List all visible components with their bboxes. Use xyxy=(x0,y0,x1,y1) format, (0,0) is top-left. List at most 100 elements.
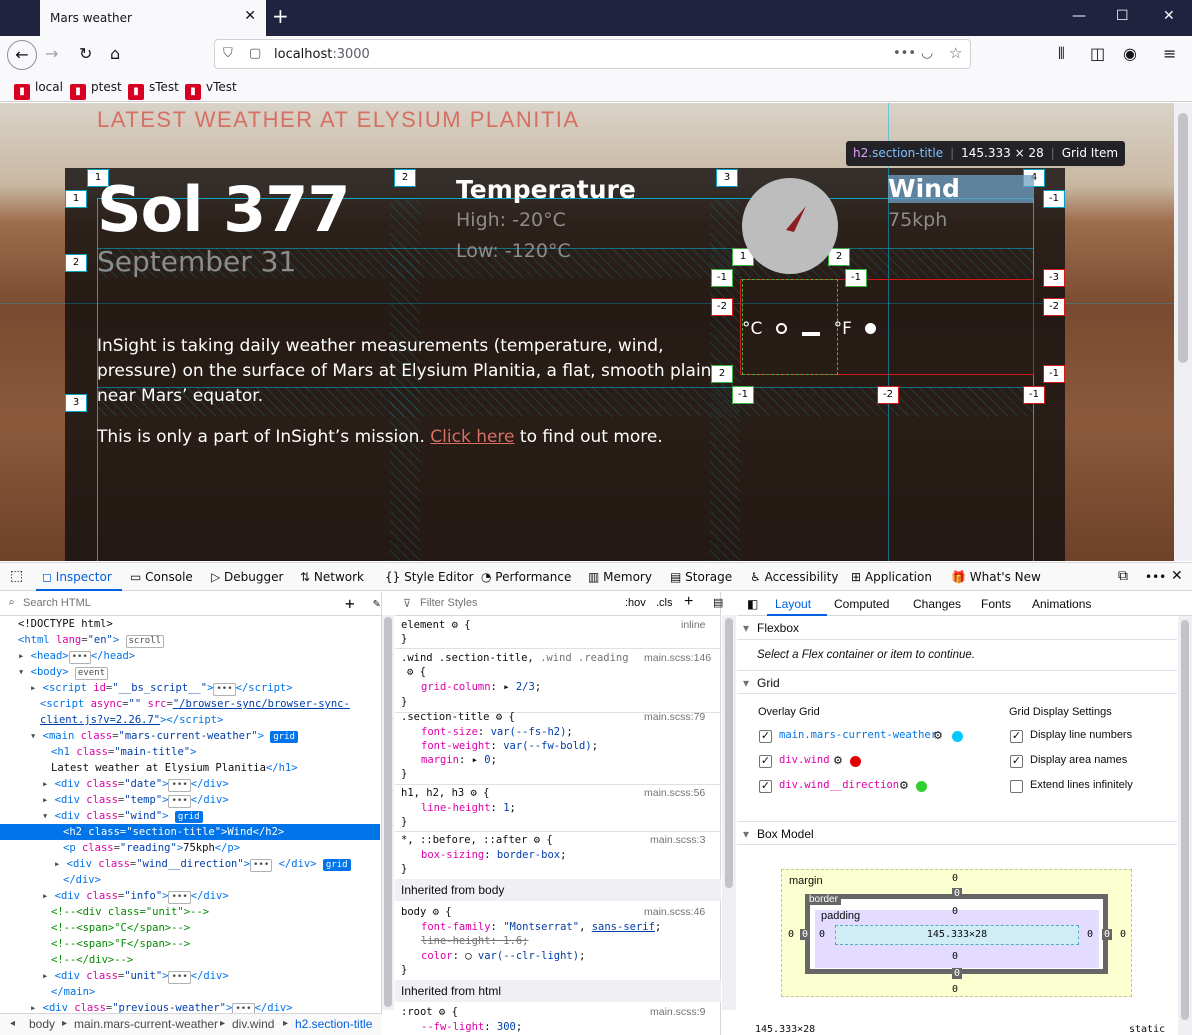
rules-scrollbar[interactable] xyxy=(722,615,736,1010)
markup-line[interactable]: <!DOCTYPE html> xyxy=(18,616,113,632)
breadcrumb-item-selected[interactable]: h2.section-title xyxy=(295,1017,372,1031)
markup-line-selected[interactable]: <h2 class="section-title">Wind</h2> xyxy=(0,824,380,840)
breadcrumb-item[interactable]: main.mars-current-weather xyxy=(74,1017,218,1031)
padding-left-value[interactable]: 0 xyxy=(819,929,825,940)
tab-application[interactable]: ⊞ Application xyxy=(851,570,932,584)
border-right-value[interactable]: 0 xyxy=(1102,929,1113,940)
rule-declaration[interactable]: grid-column: ▸ 2/3; xyxy=(421,680,541,695)
cls-button[interactable]: .cls xyxy=(656,597,673,609)
forward-button[interactable]: → xyxy=(45,44,58,63)
page-actions-icon[interactable]: ••• xyxy=(893,46,916,61)
rule-declaration[interactable]: --fw-light: 300; xyxy=(421,1020,522,1035)
tab-mars-weather[interactable]: Mars weather ✕ xyxy=(40,0,266,36)
breadcrumb-item[interactable]: body xyxy=(29,1017,55,1031)
tab-animations[interactable]: Animations xyxy=(1032,597,1091,611)
display-line-numbers-checkbox[interactable]: ✓ xyxy=(1010,730,1023,743)
tab-performance[interactable]: ◔ Performance xyxy=(481,570,571,584)
devtools-menu-icon[interactable]: ••• xyxy=(1145,570,1166,584)
markup-line[interactable]: <!--<span>°C</span>--> xyxy=(51,920,190,936)
eyedropper-icon[interactable]: ✎ xyxy=(373,596,380,610)
print-media-icon[interactable]: ▤ xyxy=(713,596,723,609)
unit-toggle-track[interactable] xyxy=(802,332,821,336)
rule-declaration[interactable]: color: ◯ var(--clr-light); xyxy=(421,949,585,964)
grid-checkbox[interactable]: ✓ xyxy=(759,755,772,768)
tab-network[interactable]: ⇅ Network xyxy=(300,570,364,584)
markup-line[interactable]: <html lang="en"> scroll xyxy=(18,632,165,648)
menu-icon[interactable]: ≡ xyxy=(1163,44,1176,63)
markup-line[interactable]: ▾ <div class="wind"> grid xyxy=(42,808,203,824)
click-here-link[interactable]: Click here xyxy=(430,427,514,447)
add-node-icon[interactable]: + xyxy=(345,594,355,613)
unit-radio-f[interactable] xyxy=(865,323,877,334)
highlight-grid-icon[interactable]: ⚙ xyxy=(899,779,909,792)
border-bottom-value[interactable]: 0 xyxy=(952,968,963,979)
bookmark-ptest[interactable]: ▮ ptest xyxy=(70,80,122,100)
markup-line[interactable]: <!--</div>--> xyxy=(51,952,133,968)
grid-section-header[interactable]: Grid xyxy=(737,670,1177,695)
tab-console[interactable]: ▭ Console xyxy=(130,570,193,584)
html-search[interactable]: ⌕ Search HTML + ✎ xyxy=(0,592,382,616)
grid-color-swatch[interactable] xyxy=(916,781,927,792)
pocket-icon[interactable]: ◡ xyxy=(921,45,933,61)
rule-source[interactable]: main.scss:79 xyxy=(644,710,705,725)
padding-right-value[interactable]: 0 xyxy=(1087,929,1093,940)
maximize-icon[interactable]: ☐ xyxy=(1116,8,1129,24)
rule-source[interactable]: main.scss:46 xyxy=(644,905,705,920)
library-icon[interactable]: ⫴ xyxy=(1058,44,1065,64)
box-model-content[interactable]: 145.333×28 xyxy=(835,925,1079,945)
margin-left-value[interactable]: 0 xyxy=(788,929,794,940)
search-html-input[interactable]: Search HTML xyxy=(23,597,91,609)
add-rule-icon[interactable]: + xyxy=(684,593,693,611)
unit-toggle[interactable]: °C °F xyxy=(742,319,877,339)
reload-button[interactable]: ↻ xyxy=(79,44,92,63)
highlight-grid-icon[interactable]: ⚙ xyxy=(833,754,843,767)
hov-button[interactable]: :hov xyxy=(625,597,646,609)
tab-changes[interactable]: Changes xyxy=(913,597,961,611)
rule-declaration-overridden[interactable]: line-height: 1.6; xyxy=(421,934,528,949)
rule-source[interactable]: main.scss:3 xyxy=(650,833,705,848)
rule-source[interactable]: main.scss:9 xyxy=(650,1005,705,1020)
toggle-sidebar-icon[interactable]: ◧ xyxy=(747,597,758,611)
tab-whats-new[interactable]: 🎁 What's New xyxy=(951,570,1041,584)
tab-debugger[interactable]: ▷ Debugger xyxy=(211,570,283,584)
markup-line[interactable]: <!--<span>°F</span>--> xyxy=(51,936,190,952)
markup-line[interactable]: ▸ <div class="temp"> ••• </div> xyxy=(42,792,229,808)
markup-line[interactable]: ▸ <div class="unit"> ••• </div> xyxy=(42,968,229,984)
markup-line[interactable]: ▸ <div class="date"> ••• </div> xyxy=(42,776,229,792)
unit-radio-c[interactable] xyxy=(775,323,787,334)
markup-line[interactable]: </div> xyxy=(63,872,101,888)
rule-declaration[interactable]: box-sizing: border-box; xyxy=(421,848,566,863)
margin-right-value[interactable]: 0 xyxy=(1120,929,1126,940)
display-area-names-checkbox[interactable]: ✓ xyxy=(1010,755,1023,768)
markup-line[interactable]: <!--<div class="unit">--> xyxy=(51,904,209,920)
markup-line[interactable]: Latest weather at Elysium Planitia</h1> xyxy=(51,760,298,776)
markup-scrollbar[interactable] xyxy=(382,615,394,1010)
markup-line[interactable]: <p class="reading">75kph</p> xyxy=(63,840,240,856)
rule-declaration[interactable]: font-weight: var(--fw-bold); xyxy=(421,739,598,754)
minimize-icon[interactable]: — xyxy=(1072,8,1086,24)
markup-line[interactable]: ▾ <body> event xyxy=(18,664,109,680)
page-icon[interactable]: ▢ xyxy=(249,46,261,61)
tab-layout[interactable]: Layout xyxy=(775,597,811,611)
element-picker-icon[interactable]: ⬚ xyxy=(10,568,23,584)
padding-top-value[interactable]: 0 xyxy=(952,906,958,917)
dock-icon[interactable]: ⧉ xyxy=(1118,568,1128,584)
url-text[interactable]: localhost:3000 xyxy=(274,47,370,62)
rule-source[interactable]: inline xyxy=(681,618,706,633)
flexbox-section-header[interactable]: Flexbox xyxy=(737,616,1177,640)
bookmark-stest[interactable]: ▮ sTest xyxy=(128,80,179,100)
rule-declaration[interactable]: margin: ▸ 0; xyxy=(421,753,497,768)
url-bar[interactable]: ⛉ ▢ localhost:3000 ••• ◡ ☆ xyxy=(214,39,971,69)
tab-memory[interactable]: ▥ Memory xyxy=(588,570,652,584)
close-devtools-icon[interactable]: ✕ xyxy=(1171,568,1183,584)
rule-declaration[interactable]: font-family: "Montserrat", sans-serif; xyxy=(421,920,661,935)
grid-checkbox[interactable]: ✓ xyxy=(759,780,772,793)
filter-styles-input[interactable]: Filter Styles xyxy=(420,597,477,609)
markup-line[interactable]: ▸ <script id="__bs_script__"> ••• </script… xyxy=(30,680,293,696)
bookmark-vtest[interactable]: ▮ vTest xyxy=(185,80,237,100)
tab-storage[interactable]: ▤ Storage xyxy=(670,570,732,584)
layout-scrollbar[interactable] xyxy=(1178,616,1192,1035)
home-button[interactable]: ⌂ xyxy=(110,44,120,63)
padding-bottom-value[interactable]: 0 xyxy=(952,951,958,962)
new-tab-icon[interactable]: + xyxy=(272,4,289,28)
